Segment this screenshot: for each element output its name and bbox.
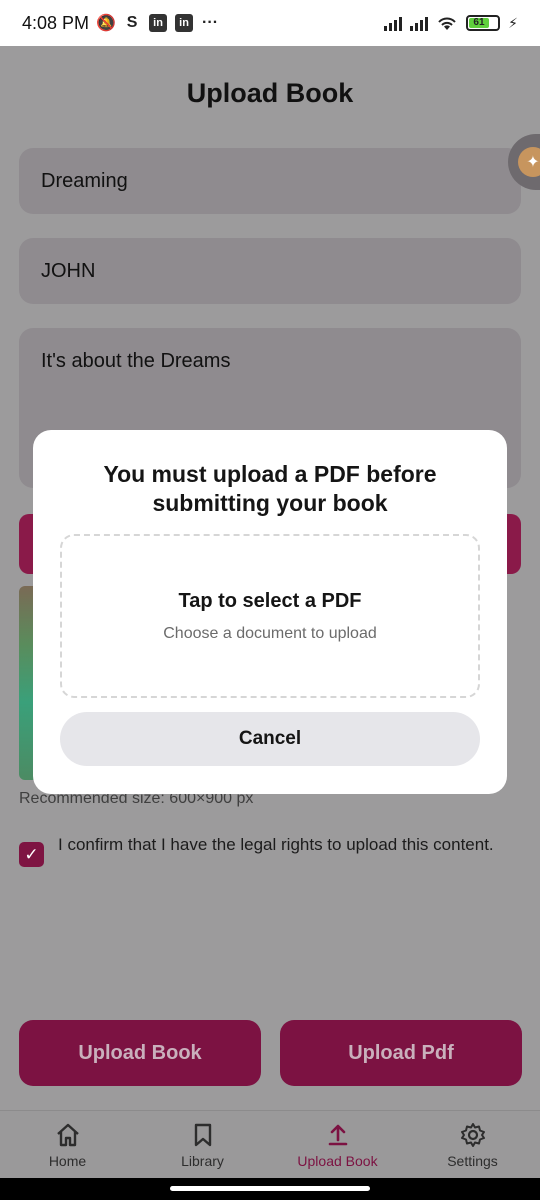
- home-indicator[interactable]: [170, 1186, 370, 1191]
- status-time: 4:08 PM: [22, 12, 90, 33]
- upload-book-button[interactable]: Upload Book: [19, 1020, 261, 1086]
- legal-rights-checkbox[interactable]: ✓: [19, 842, 44, 867]
- dropzone-title: Tap to select a PDF: [178, 589, 362, 612]
- system-icons: 61 ⚡: [384, 14, 518, 32]
- pdf-required-dialog: You must upload a PDF before submitting …: [33, 430, 507, 794]
- bookmark-icon: [194, 1123, 211, 1146]
- gear-icon: [460, 1122, 485, 1147]
- nav-label-upload-book: Upload Book: [297, 1152, 378, 1169]
- muted-bell-icon: 🔕: [96, 15, 117, 32]
- nav-item-library[interactable]: Library: [135, 1111, 270, 1178]
- s-icon: S: [126, 14, 138, 31]
- page-title: Upload Book: [186, 78, 354, 108]
- gesture-bar: [0, 1178, 540, 1200]
- author-field[interactable]: JOHN: [19, 238, 521, 304]
- status-bar: 4:08 PM 🔕 S in in ··· 61 ⚡: [0, 0, 540, 46]
- battery-icon: 61: [466, 15, 501, 31]
- battery-level: 61: [469, 18, 489, 28]
- upload-icon: [328, 1124, 347, 1145]
- cancel-button[interactable]: Cancel: [60, 712, 480, 766]
- nav-item-settings[interactable]: Settings: [405, 1111, 540, 1178]
- nav-label-library: Library: [181, 1152, 224, 1169]
- wifi-icon: [438, 17, 456, 30]
- signal-icon: [410, 15, 429, 31]
- dropzone-subtitle: Choose a document to upload: [163, 624, 377, 642]
- upload-pdf-button[interactable]: Upload Pdf: [280, 1020, 522, 1086]
- notification-icons: 🔕 S in in ···: [96, 14, 219, 32]
- linkedin-icon: in: [175, 14, 194, 32]
- nav-item-home[interactable]: Home: [0, 1111, 135, 1178]
- home-icon: [56, 1123, 79, 1146]
- select-pdf-dropzone[interactable]: Tap to select a PDF Choose a document to…: [60, 534, 480, 698]
- linkedin-icon: in: [149, 14, 168, 32]
- nav-item-upload-book[interactable]: Upload Book: [270, 1111, 405, 1178]
- dialog-title: You must upload a PDF before submitting …: [103, 461, 437, 516]
- book-title-field[interactable]: Dreaming: [19, 148, 521, 214]
- nav-label-home: Home: [48, 1152, 87, 1169]
- bottom-navigation: Home Library Upload Book Settings: [0, 1110, 540, 1178]
- more-icon: ···: [202, 14, 219, 31]
- legal-rights-label: I confirm that I have the legal rights t…: [58, 835, 494, 854]
- coin-icon: ✦: [518, 147, 540, 177]
- charging-icon: ⚡: [508, 14, 518, 31]
- signal-icon: [384, 15, 403, 31]
- nav-label-settings: Settings: [447, 1152, 498, 1169]
